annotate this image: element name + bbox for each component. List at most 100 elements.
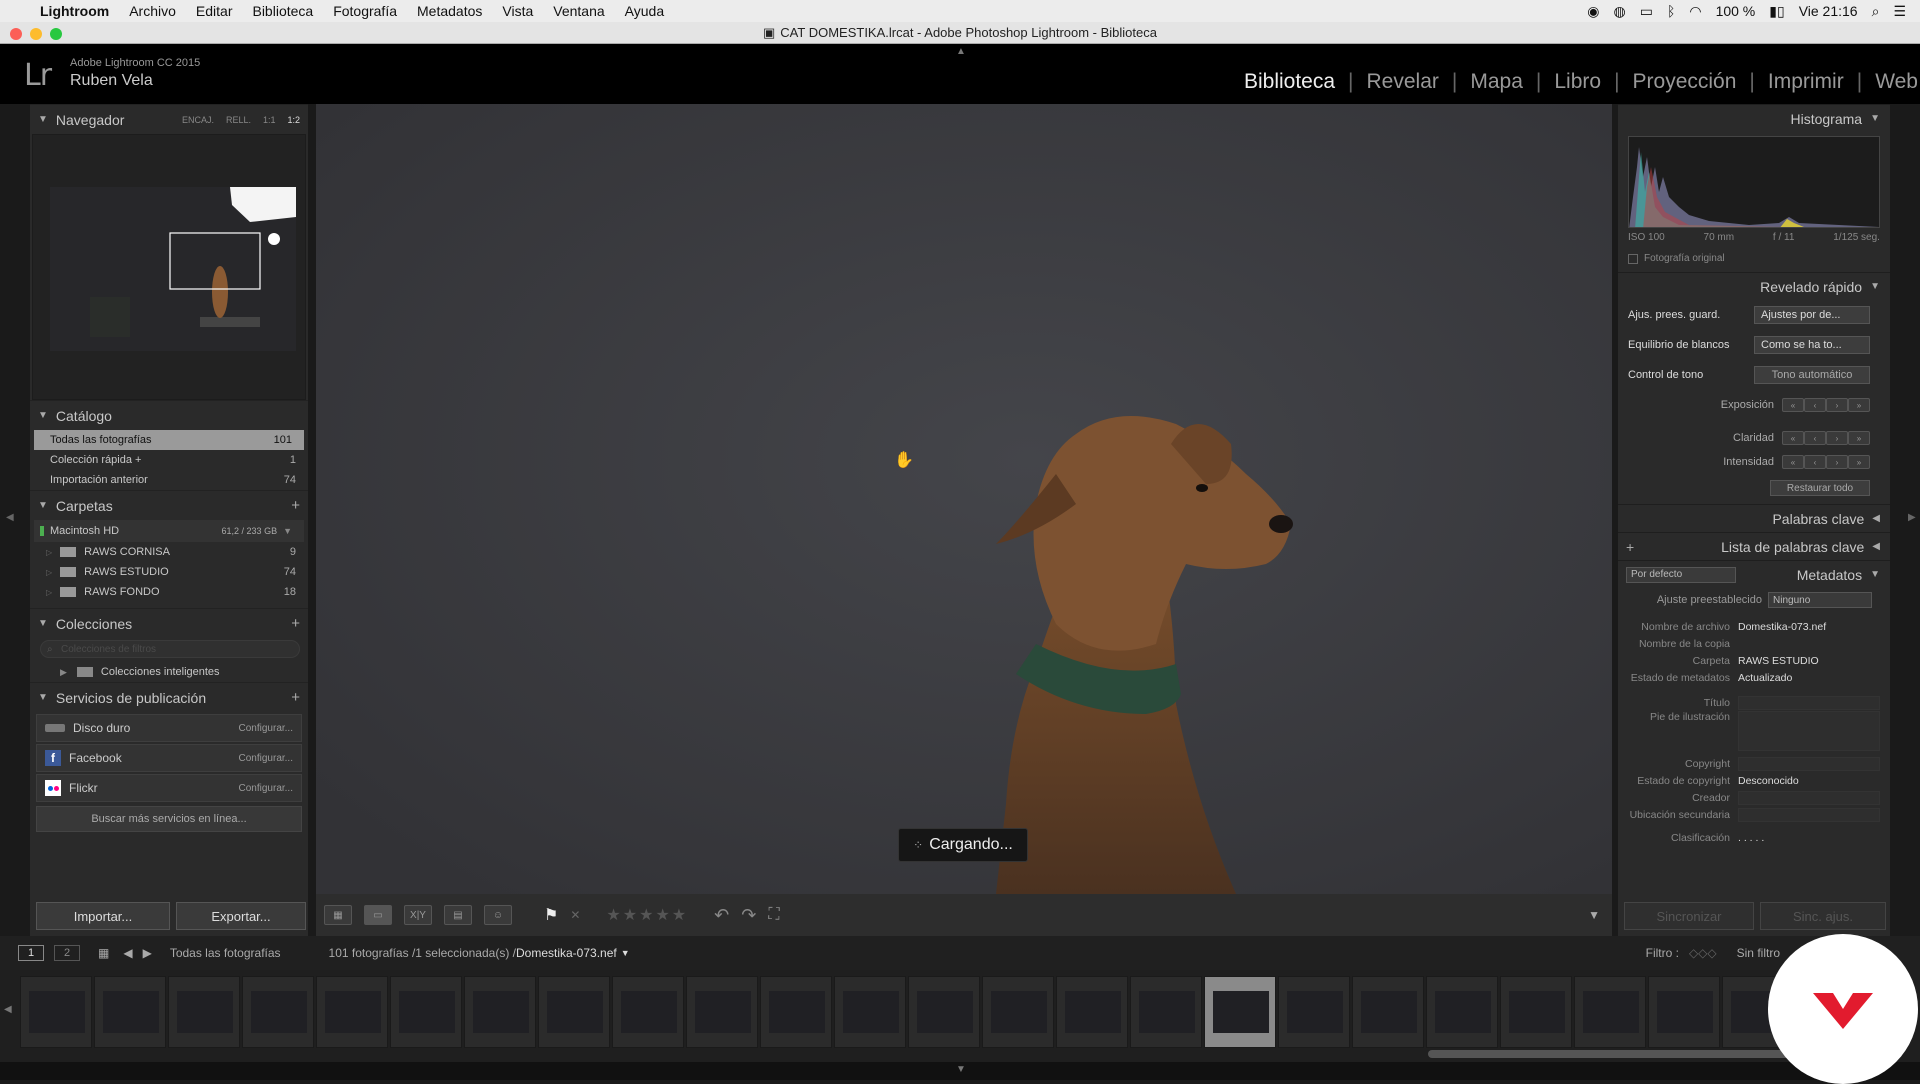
smart-collections[interactable]: ▶ Colecciones inteligentes (30, 662, 308, 682)
filter-value[interactable]: Sin filtro (1737, 946, 1780, 960)
menu-ayuda[interactable]: Ayuda (625, 3, 664, 19)
bluetooth-icon[interactable]: ᛒ (1667, 3, 1675, 19)
menu-vista[interactable]: Vista (502, 3, 533, 19)
add-folder-icon[interactable]: + (291, 497, 300, 514)
auto-tone-button[interactable]: Tono automático (1754, 366, 1870, 384)
people-view-icon[interactable]: ☺ (484, 905, 512, 925)
filmstrip[interactable]: ◀ (0, 970, 1920, 1062)
right-panel-toggle-icon[interactable]: ▶ (1908, 512, 1916, 523)
maximize-window-button[interactable] (50, 28, 62, 40)
filmstrip-scroll-left-icon[interactable]: ◀ (4, 1004, 12, 1015)
publish-service-flickr[interactable]: Flickr Configurar... (36, 774, 302, 802)
toolbar-options-icon[interactable]: ▼ (1588, 908, 1600, 922)
metadata-field-sublocation[interactable]: Ubicación secundaria (1618, 806, 1890, 823)
wifi-icon[interactable]: ◠ (1689, 3, 1701, 20)
filter-flags-icon[interactable]: ◇◇◇ (1689, 946, 1717, 960)
collapse-triangle-icon[interactable]: ▼ (38, 500, 48, 511)
catalog-item-previous-import[interactable]: Importación anterior 74 (30, 470, 308, 490)
copyright-input[interactable] (1738, 756, 1880, 771)
filmstrip-thumbnail[interactable] (242, 976, 314, 1048)
keywords-header[interactable]: Palabras clave ◀ (1618, 504, 1890, 532)
collections-header[interactable]: ▼ Colecciones + (30, 608, 308, 638)
flag-icon[interactable]: ⚑ (544, 905, 558, 925)
sync-settings-button[interactable]: Sinc. ajus. (1760, 902, 1886, 930)
find-more-services-button[interactable]: Buscar más servicios en línea... (36, 806, 302, 832)
main-photo[interactable] (316, 104, 1612, 894)
publish-header[interactable]: ▼ Servicios de publicación + (30, 682, 308, 712)
menu-biblioteca[interactable]: Biblioteca (252, 3, 313, 19)
quick-develop-header[interactable]: Revelado rápido ▼ (1618, 272, 1890, 300)
grid-view-icon[interactable]: ▦ (324, 905, 352, 925)
menu-ventana[interactable]: Ventana (553, 3, 604, 19)
filmstrip-thumbnail[interactable] (94, 976, 166, 1048)
vibrance-minus[interactable]: ‹ (1804, 455, 1826, 469)
clock[interactable]: Vie 21:16 (1799, 3, 1858, 19)
service-configure[interactable]: Configurar... (239, 753, 293, 764)
volume-macintosh-hd[interactable]: Macintosh HD 61,2 / 233 GB ▼ (34, 520, 304, 542)
filmstrip-thumbnail[interactable] (1056, 976, 1128, 1048)
clarity-minus-large[interactable]: « (1782, 431, 1804, 445)
loupe-view[interactable]: ✋ (316, 104, 1612, 894)
filmstrip-thumbnail[interactable] (316, 976, 388, 1048)
clarity-minus[interactable]: ‹ (1804, 431, 1826, 445)
keyword-list-header[interactable]: + Lista de palabras clave ◀ (1618, 532, 1890, 560)
add-collection-icon[interactable]: + (291, 615, 300, 632)
filmstrip-thumbnail[interactable] (1204, 976, 1276, 1048)
metadata-preset-select[interactable]: Ninguno (1768, 592, 1872, 608)
vibrance-plus-large[interactable]: » (1848, 455, 1870, 469)
filmstrip-thumbnail[interactable] (464, 976, 536, 1048)
histogram-header[interactable]: Histograma ▼ (1618, 104, 1890, 132)
module-mapa[interactable]: Mapa (1470, 70, 1523, 94)
collapse-triangle-icon[interactable]: ▼ (1870, 569, 1880, 580)
collapse-triangle-icon[interactable]: ▼ (38, 114, 48, 125)
forward-arrow-icon[interactable]: ▶ (143, 946, 152, 960)
filmstrip-thumbnail[interactable] (982, 976, 1054, 1048)
module-biblioteca[interactable]: Biblioteca (1244, 70, 1335, 94)
checkbox-icon[interactable] (1628, 253, 1638, 264)
bottom-panel-toggle-icon[interactable]: ▼ (956, 1064, 966, 1075)
metadata-field-title[interactable]: Título (1618, 694, 1890, 711)
clarity-plus[interactable]: › (1826, 431, 1848, 445)
rating-dots[interactable]: . . . . . (1738, 832, 1890, 844)
filmstrip-thumbnail[interactable] (538, 976, 610, 1048)
filmstrip-thumbnail[interactable] (1352, 976, 1424, 1048)
compare-view-icon[interactable]: X|Y (404, 905, 432, 925)
folders-header[interactable]: ▼ Carpetas + (30, 490, 308, 520)
rating-stars[interactable]: ★★★★★ (606, 905, 688, 925)
rotate-left-icon[interactable]: ↶ (714, 905, 729, 926)
filmstrip-thumbnail[interactable] (1278, 976, 1350, 1048)
folder-expand-icon[interactable]: ▷ (46, 588, 52, 597)
title-input[interactable] (1738, 695, 1880, 710)
sublocation-input[interactable] (1738, 807, 1880, 822)
zoom-1-2[interactable]: 1:2 (287, 115, 300, 125)
left-panel-toggle-icon[interactable]: ◀ (6, 512, 14, 523)
exposure-plus-large[interactable]: » (1848, 398, 1870, 412)
battery-icon[interactable]: ▮▯ (1769, 3, 1784, 20)
vibrance-plus[interactable]: › (1826, 455, 1848, 469)
metadata-field-caption[interactable]: Pie de ilustración (1618, 711, 1890, 755)
menu-archivo[interactable]: Archivo (129, 3, 176, 19)
folder-expand-icon[interactable]: ▷ (46, 548, 52, 557)
histogram-area[interactable] (1628, 136, 1880, 228)
filmstrip-thumbnail[interactable] (390, 976, 462, 1048)
notification-center-icon[interactable]: ☰ (1893, 3, 1906, 20)
survey-view-icon[interactable]: ▤ (444, 905, 472, 925)
expand-triangle-icon[interactable]: ▶ (60, 667, 67, 678)
metadata-view-select[interactable]: Por defecto (1626, 566, 1736, 583)
filmstrip-thumbnail[interactable] (612, 976, 684, 1048)
caption-input[interactable] (1738, 711, 1880, 751)
back-arrow-icon[interactable]: ◀ (123, 946, 132, 960)
loupe-view-icon[interactable]: ▭ (364, 905, 392, 925)
collapse-triangle-icon[interactable]: ▼ (38, 692, 48, 703)
service-configure[interactable]: Configurar... (239, 723, 293, 734)
import-button[interactable]: Importar... (36, 902, 170, 930)
spotlight-icon[interactable]: ⌕ (1872, 3, 1880, 20)
top-panel-toggle-icon[interactable]: ▲ (956, 46, 966, 57)
exposure-plus[interactable]: › (1826, 398, 1848, 412)
metadata-field-copyright-status[interactable]: Estado de copyright Desconocido (1618, 772, 1890, 789)
menu-editar[interactable]: Editar (196, 3, 233, 19)
exposure-minus[interactable]: ‹ (1804, 398, 1826, 412)
metadata-field-copy-name[interactable]: Nombre de la copia (1618, 635, 1890, 652)
publish-service-hard-drive[interactable]: Disco duro Configurar... (36, 714, 302, 742)
metadata-header[interactable]: Por defecto Metadatos ▼ (1618, 560, 1890, 588)
